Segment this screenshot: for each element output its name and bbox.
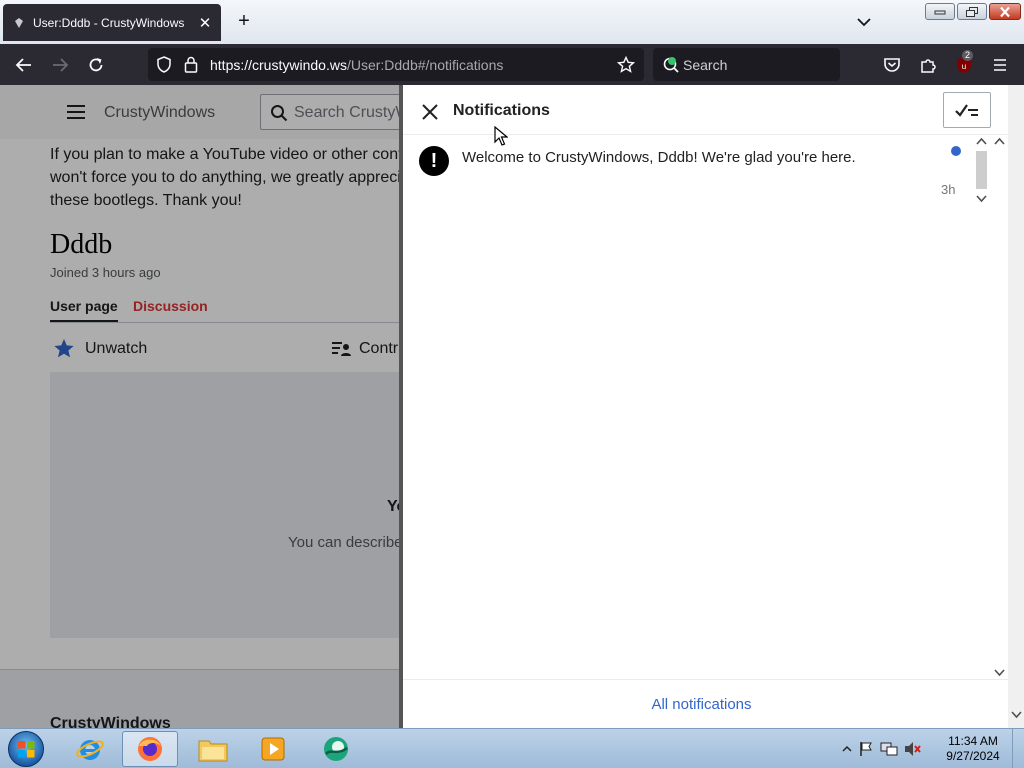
taskbar-internet-explorer[interactable] — [62, 731, 118, 767]
minimize-icon — [934, 10, 946, 14]
panel-scroll-up-icon[interactable] — [994, 137, 1005, 145]
media-player-icon — [261, 737, 285, 761]
tab-close-icon[interactable]: ✕ — [194, 12, 216, 34]
forward-button[interactable] — [48, 53, 72, 77]
browser-tab-active[interactable]: User:Dddb - CrustyWindows ✕ — [3, 4, 221, 41]
notification-item[interactable]: ! Welcome to CrustyWindows, Dddb! We're … — [403, 135, 973, 205]
show-desktop-button[interactable] — [1012, 729, 1024, 768]
folder-icon — [198, 740, 228, 762]
firefox-icon — [138, 737, 162, 761]
scrollbar-thumb[interactable] — [976, 151, 987, 189]
check-all-icon — [955, 104, 978, 117]
reload-button[interactable] — [84, 53, 108, 77]
puzzle-piece-icon — [921, 59, 936, 73]
windows-logo-icon — [18, 741, 35, 758]
browser-tabstrip: User:Dddb - CrustyWindows ✕ + — [0, 0, 1024, 44]
hamburger-menu-icon — [994, 59, 1006, 71]
svg-text:u: u — [962, 62, 966, 71]
url-text: https://crustywindo.ws/User:Dddb#/notifi… — [210, 57, 503, 73]
notification-text: Welcome to CrustyWindows, Dddb! We're gl… — [462, 149, 856, 166]
notifications-title: Notifications — [453, 102, 550, 119]
app-menu-button[interactable] — [988, 53, 1012, 77]
clock-time: 11:34 AM — [948, 734, 998, 748]
restore-icon — [966, 6, 978, 17]
pocket-icon — [884, 58, 900, 72]
mouse-cursor-icon — [494, 126, 508, 146]
system-tray — [842, 733, 922, 765]
notification-time: 3h — [941, 182, 956, 197]
tab-title: User:Dddb - CrustyWindows — [33, 15, 185, 30]
browser-navbar: https://crustywindo.ws/User:Dddb#/notifi… — [0, 44, 1024, 85]
taskbar-clock[interactable]: 11:34 AM 9/27/2024 — [942, 734, 1004, 764]
action-center-flag-icon[interactable] — [858, 741, 874, 757]
close-icon[interactable] — [418, 100, 442, 124]
scroll-up-icon[interactable] — [976, 137, 987, 145]
new-tab-button[interactable]: + — [233, 11, 255, 33]
search-box-label: Search — [683, 57, 728, 73]
clock-date: 9/27/2024 — [946, 749, 1000, 763]
panel-scroll-down-icon[interactable] — [994, 669, 1005, 677]
taskbar-app-green[interactable] — [308, 731, 364, 767]
window-close-button[interactable] — [989, 3, 1021, 20]
green-app-icon — [324, 737, 348, 761]
dim-overlay[interactable] — [0, 85, 402, 728]
page-scrollbar[interactable] — [1008, 85, 1024, 728]
taskbar-firefox[interactable] — [122, 731, 178, 767]
back-button[interactable] — [12, 53, 36, 77]
start-button[interactable] — [8, 731, 44, 767]
close-icon — [1000, 6, 1010, 17]
url-bar[interactable]: https://crustywindo.ws/User:Dddb#/notifi… — [148, 48, 644, 81]
alert-icon: ! — [419, 146, 449, 176]
url-path: /User:Dddb#/notifications — [346, 57, 504, 73]
notification-list-scrollbar[interactable] — [973, 135, 990, 207]
bookmark-star-icon[interactable] — [617, 56, 635, 73]
network-icon[interactable] — [880, 741, 898, 757]
window-minimize-button[interactable] — [925, 3, 955, 20]
show-hidden-icons-icon[interactable] — [842, 744, 852, 754]
extension-badge: 2 — [962, 50, 974, 61]
search-engine-icon — [663, 57, 679, 73]
pocket-button[interactable] — [880, 53, 904, 77]
taskbar-file-explorer[interactable] — [185, 731, 241, 767]
browser-search-box[interactable]: Search — [653, 48, 840, 81]
windows-taskbar: 11:34 AM 9/27/2024 — [0, 728, 1024, 768]
unread-dot[interactable] — [951, 146, 961, 156]
scroll-down-icon[interactable] — [976, 195, 987, 203]
page-scroll-down-icon[interactable] — [1011, 711, 1022, 719]
volume-muted-icon[interactable] — [904, 741, 922, 757]
list-all-tabs-icon[interactable] — [853, 12, 875, 32]
site-favicon-icon — [15, 17, 23, 28]
extensions-button[interactable] — [916, 53, 940, 77]
internet-explorer-icon — [76, 740, 104, 760]
mark-all-read-button[interactable] — [943, 92, 991, 128]
back-arrow-icon — [15, 58, 31, 72]
url-host: https://crustywindo.ws — [210, 57, 347, 73]
notifications-panel: Notifications ! Welcome to CrustyWindows… — [403, 85, 1008, 728]
taskbar-media-player[interactable] — [245, 731, 301, 767]
forward-arrow-icon — [53, 58, 69, 72]
all-notifications-link[interactable]: All notifications — [403, 696, 1000, 713]
panel-footer-divider — [403, 679, 1008, 680]
window-restore-button[interactable] — [957, 3, 987, 20]
tracking-shield-icon[interactable] — [156, 56, 172, 73]
web-page: CrustyWindows Search CrustyWindows If yo… — [0, 85, 1008, 728]
reload-icon — [89, 58, 103, 72]
lock-icon[interactable] — [184, 56, 198, 73]
